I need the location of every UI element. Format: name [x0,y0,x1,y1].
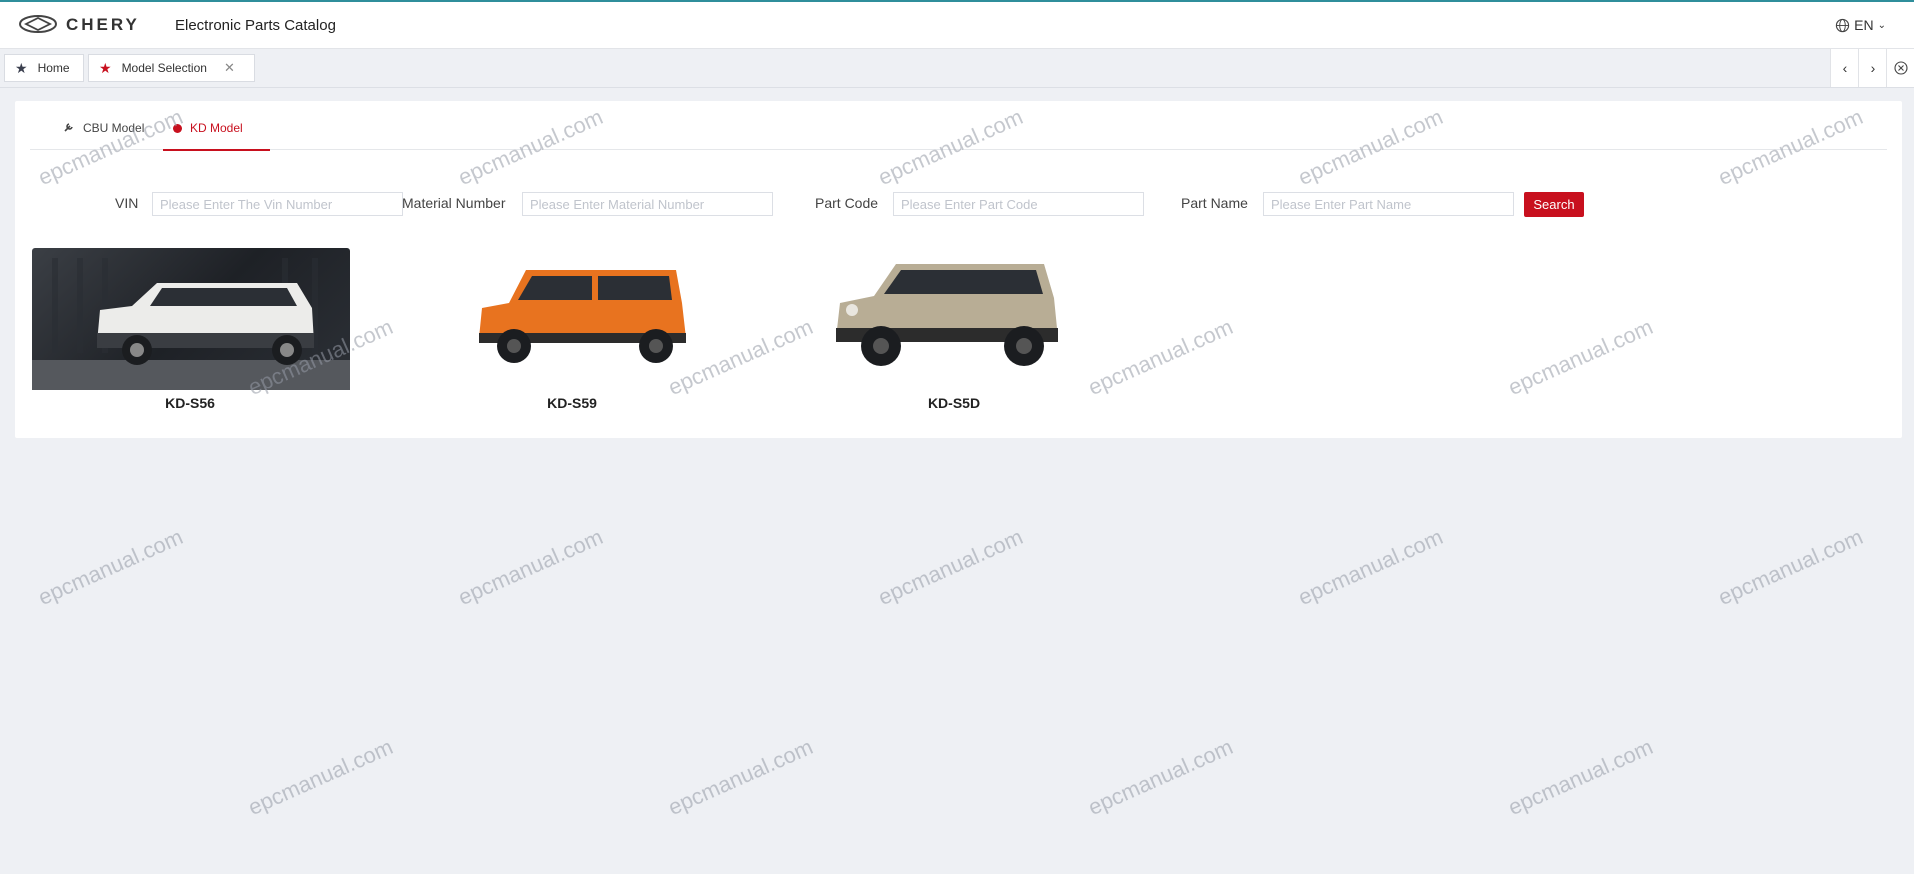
app-title: Electronic Parts Catalog [175,17,336,34]
tab-scroll-left-button[interactable]: ‹ [1830,49,1859,87]
material-number-label: Material Number [402,195,506,211]
tab-home[interactable]: ★ Home [4,54,84,82]
car-image [796,248,1114,390]
brand-name: CHERY [66,15,140,34]
tab-model-selection[interactable]: ★ Model Selection ✕ [88,54,255,82]
watermark: epcmanual.com [664,734,817,821]
model-type-tabs: CBU Model KD Model [30,101,1887,151]
part-code-label: Part Code [815,195,879,211]
dot-icon [173,124,182,133]
language-selector[interactable]: EN ⌄ [1835,17,1886,33]
subtab-label: CBU Model [83,121,145,135]
vin-label: VIN [115,195,139,211]
material-number-input[interactable] [522,192,773,216]
part-name-label: Part Name [1181,195,1248,211]
model-name: KD-S56 [165,395,215,411]
watermark: epcmanual.com [34,524,187,611]
subtab-kd-model[interactable]: KD Model [163,121,270,151]
model-name: KD-S59 [547,395,597,411]
model-card-kd-s59[interactable]: KD-S59 [412,248,732,418]
wrench-icon [64,123,73,132]
watermark: epcmanual.com [1084,734,1237,821]
subtab-cbu-model[interactable]: CBU Model [63,121,144,149]
close-tab-icon[interactable]: ✕ [224,60,235,76]
tab-label: Home [37,61,70,75]
model-selection-panel: CBU Model KD Model VIN Material Number P… [15,101,1902,438]
tab-scroll-right-button[interactable]: › [1858,49,1887,87]
watermark: epcmanual.com [454,524,607,611]
model-card-kd-s5d[interactable]: KD-S5D [794,248,1114,418]
watermark: epcmanual.com [244,734,397,821]
tab-label: Model Selection [121,61,207,75]
part-code-input[interactable] [893,192,1144,216]
watermark: epcmanual.com [874,524,1027,611]
language-label: EN [1854,17,1874,33]
star-icon: ★ [99,59,112,76]
subtab-label: KD Model [190,121,243,135]
search-button[interactable]: Search [1524,192,1584,217]
close-circle-icon [1894,61,1908,75]
model-card-kd-s56[interactable]: KD-S56 [30,248,350,418]
car-image [414,248,732,390]
vin-input[interactable] [152,192,403,216]
model-name: KD-S5D [927,395,981,411]
app-header: CHERY Electronic Parts Catalog EN ⌄ [0,2,1914,49]
car-image [32,248,350,390]
watermark: epcmanual.com [1294,524,1447,611]
chevron-down-icon: ⌄ [1877,19,1886,31]
chery-logo-icon [19,15,57,33]
close-all-tabs-button[interactable] [1886,49,1914,87]
watermark: epcmanual.com [1714,524,1867,611]
part-name-input[interactable] [1263,192,1514,216]
globe-icon [1836,18,1850,32]
tab-bar: ★ Home ★ Model Selection ✕ ‹ › [0,49,1914,88]
watermark: epcmanual.com [1504,734,1657,821]
star-icon: ★ [15,59,28,76]
